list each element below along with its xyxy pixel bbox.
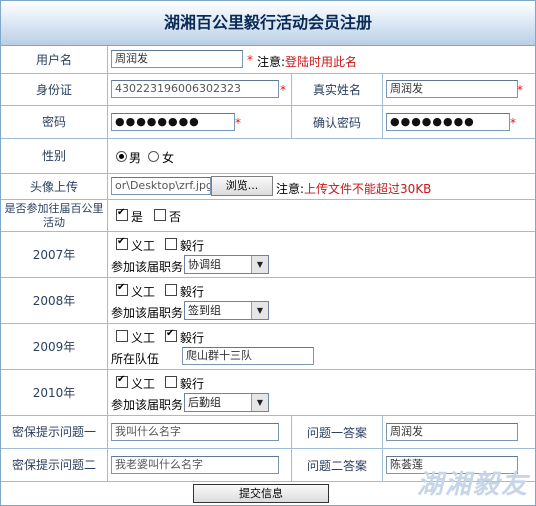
site-watermark: 湖湘毅友 (416, 470, 529, 500)
username-input[interactable]: 周润发 (111, 50, 243, 68)
file-path-input[interactable]: or\Desktop\zrf.jpg (111, 177, 211, 195)
year-label: 2009年 (1, 324, 108, 369)
username-note: 注意:登陆时用此名 (257, 53, 357, 70)
volunteer-label: 义工 (131, 331, 156, 345)
checkbox-volunteer[interactable] (116, 374, 128, 388)
avatar-note: 注意:上传文件不能超过30KB (276, 180, 431, 197)
confirm-input[interactable]: ●●●●●●●● (386, 113, 510, 131)
volunteer-label: 义工 (131, 377, 156, 391)
year-label: 2008年 (1, 278, 108, 323)
row-username: 用户名 周润发 * 注意:登陆时用此名 (1, 46, 535, 74)
required-star: * (280, 83, 286, 97)
role-select[interactable]: 协调组 ▼ (184, 255, 269, 274)
walker-label: 毅行 (180, 239, 205, 253)
note-prefix: 注意: (276, 182, 305, 196)
row-gender: 性别 男 女 (1, 139, 535, 174)
walker-label: 毅行 (180, 285, 205, 299)
required-star: * (235, 116, 241, 130)
no-label: 否 (169, 210, 182, 224)
note-prefix: 注意: (257, 55, 286, 69)
question-label: 密保提示问题一 (1, 416, 108, 448)
role-select[interactable]: 后勤组 ▼ (184, 393, 269, 412)
answer-input[interactable]: 周润发 (386, 423, 518, 441)
required-star: * (510, 116, 516, 130)
row-year-2010: 2010年 义工 毅行 参加该届职务 后勤组 ▼ (1, 370, 535, 416)
checkbox-walker[interactable] (165, 376, 177, 388)
checkbox-no[interactable] (154, 209, 166, 221)
row-idcard: 身份证 430223196006302323 * 真实姓名 周润发 * (1, 74, 535, 106)
row-year-2009: 2009年 义工 毅行 所在队伍 爬山群十三队 (1, 324, 535, 370)
checkbox-volunteer[interactable] (116, 330, 128, 342)
past-label: 是否参加往届百公里活动 (1, 200, 108, 231)
avatar-label: 头像上传 (1, 174, 108, 199)
role-label: 参加该届职务 (111, 398, 184, 412)
gender-label: 性别 (1, 139, 108, 173)
checkbox-walker[interactable] (165, 238, 177, 250)
dropdown-arrow-icon: ▼ (251, 394, 268, 411)
realname-input[interactable]: 周润发 (386, 80, 518, 98)
volunteer-label: 义工 (131, 239, 156, 253)
answer-label: 问题一答案 (291, 416, 383, 448)
team-input[interactable]: 爬山群十三队 (182, 347, 314, 365)
female-label: 女 (162, 151, 175, 165)
radio-female[interactable] (148, 151, 159, 162)
row-avatar: 头像上传 or\Desktop\zrf.jpg 浏览... 注意:上传文件不能超… (1, 174, 535, 200)
password-label: 密码 (1, 106, 108, 138)
year-label: 2010年 (1, 370, 108, 415)
registration-form: 湖湘百公里毅行活动会员注册 用户名 周润发 * 注意:登陆时用此名 身份证 43… (0, 0, 536, 506)
role-label: 参加该届职务 (111, 260, 184, 274)
checkbox-walker[interactable] (165, 328, 177, 342)
role-select[interactable]: 签到组 ▼ (184, 301, 269, 320)
checkbox-walker[interactable] (165, 284, 177, 296)
username-label: 用户名 (1, 46, 108, 73)
note-red-text: 上传文件不能超过30KB (304, 182, 432, 196)
question-label: 密保提示问题二 (1, 449, 108, 481)
dropdown-arrow-icon: ▼ (251, 256, 268, 273)
year-label: 2007年 (1, 232, 108, 277)
dropdown-arrow-icon: ▼ (251, 302, 268, 319)
walker-label: 毅行 (180, 377, 205, 391)
checkbox-volunteer[interactable] (116, 236, 128, 250)
checkbox-yes[interactable] (116, 207, 128, 221)
row-past: 是否参加往届百公里活动 是 否 (1, 200, 535, 232)
male-label: 男 (129, 151, 142, 165)
row-year-2007: 2007年 义工 毅行 参加该届职务 协调组 ▼ (1, 232, 535, 278)
realname-label: 真实姓名 (291, 74, 383, 105)
password-input[interactable]: ●●●●●●●● (111, 113, 235, 131)
volunteer-label: 义工 (131, 285, 156, 299)
row-question-1: 密保提示问题一 我叫什么名字 问题一答案 周润发 (1, 416, 535, 449)
idcard-label: 身份证 (1, 74, 108, 105)
row-year-2008: 2008年 义工 毅行 参加该届职务 签到组 ▼ (1, 278, 535, 324)
required-star: * (517, 83, 523, 97)
radio-male[interactable] (116, 151, 127, 162)
question-input[interactable]: 我叫什么名字 (111, 423, 279, 441)
walker-label: 毅行 (180, 331, 205, 345)
row-password: 密码 ●●●●●●●● * 确认密码 ●●●●●●●● * (1, 106, 535, 139)
idcard-input[interactable]: 430223196006302323 (111, 80, 279, 98)
checkbox-volunteer[interactable] (116, 282, 128, 296)
role-select-value: 签到组 (188, 304, 221, 317)
required-star: * (247, 53, 253, 67)
submit-button[interactable]: 提交信息 (193, 484, 329, 503)
confirm-label: 确认密码 (291, 106, 383, 138)
team-label: 所在队伍 (111, 352, 160, 366)
role-label: 参加该届职务 (111, 306, 184, 320)
answer-label: 问题二答案 (291, 449, 383, 481)
role-select-value: 协调组 (188, 258, 221, 271)
note-red-text: 登陆时用此名 (285, 55, 358, 69)
question-input[interactable]: 我老婆叫什么名字 (111, 456, 279, 474)
page-title: 湖湘百公里毅行活动会员注册 (1, 1, 535, 46)
yes-label: 是 (131, 210, 144, 224)
browse-button[interactable]: 浏览... (211, 176, 273, 196)
role-select-value: 后勤组 (188, 396, 221, 409)
